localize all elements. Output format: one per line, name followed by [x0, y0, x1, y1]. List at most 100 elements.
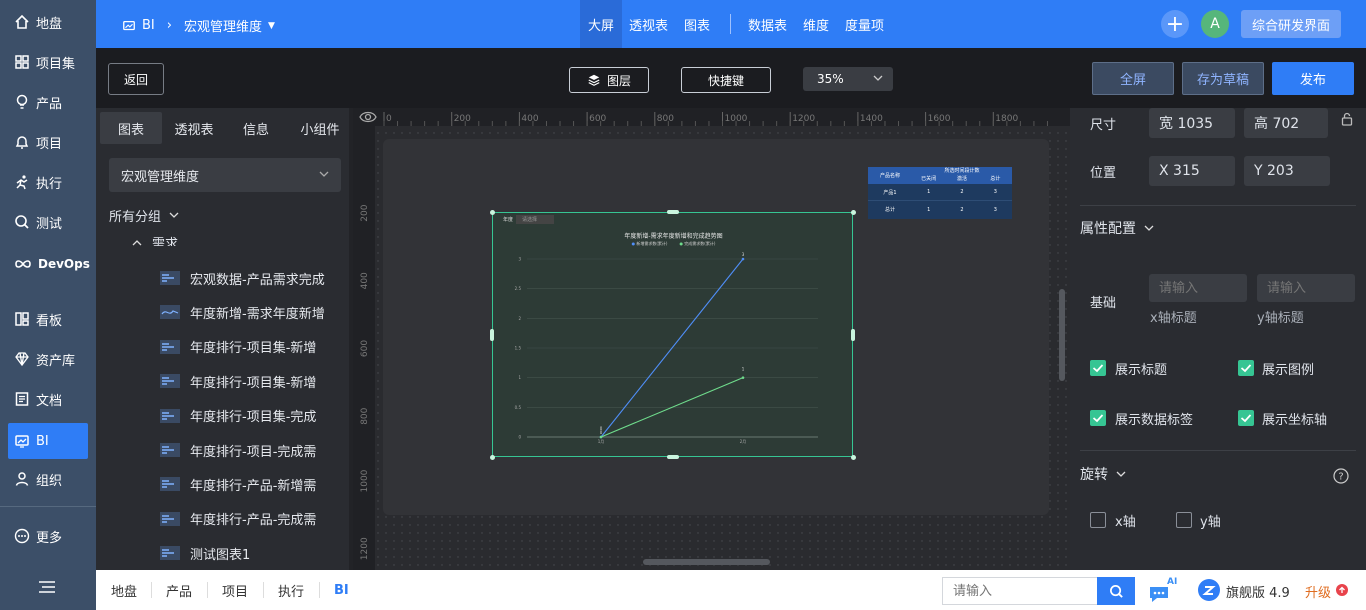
- show-axis-checkbox[interactable]: [1238, 410, 1254, 426]
- shortcut-button[interactable]: 快捷键: [681, 67, 771, 93]
- subgroup-toggle[interactable]: 需求: [132, 232, 332, 246]
- y-tick-label: 0.5: [515, 405, 522, 410]
- nav-item-devops[interactable]: DevOps: [8, 246, 90, 282]
- nav-item-product[interactable]: 产品: [8, 84, 88, 120]
- nav-item-project[interactable]: 项目: [8, 124, 88, 160]
- rotate-x-checkbox[interactable]: [1090, 512, 1106, 528]
- resize-handle[interactable]: [490, 210, 495, 215]
- chart-list-item[interactable]: 年度排行-项目-完成需: [160, 439, 350, 461]
- nav-item-home[interactable]: 地盘: [8, 4, 88, 40]
- help-icon[interactable]: ?: [1333, 468, 1349, 484]
- bottom-tab-bi[interactable]: BI: [334, 570, 349, 610]
- property-config-toggle[interactable]: 属性配置: [1080, 218, 1154, 238]
- tab-chart[interactable]: 图表: [684, 0, 710, 48]
- resize-handle[interactable]: [490, 455, 495, 460]
- rotate-y-checkbox[interactable]: [1176, 512, 1192, 528]
- nav-item-test[interactable]: 测试: [8, 204, 88, 240]
- nav-item-assets[interactable]: 资产库: [8, 341, 88, 377]
- rotate-y-label: y轴: [1200, 515, 1221, 530]
- chart-list-item[interactable]: 年度排行-产品-新增需: [160, 473, 350, 495]
- workspace-button[interactable]: 综合研发界面: [1241, 10, 1341, 38]
- group-toggle[interactable]: 所有分组: [109, 206, 179, 225]
- table-cell: 1: [927, 189, 931, 195]
- caret-down-icon[interactable]: ▼: [268, 21, 275, 31]
- resize-handle[interactable]: [851, 455, 856, 460]
- resize-handle[interactable]: [851, 328, 855, 341]
- resize-handle[interactable]: [851, 210, 856, 215]
- y-field[interactable]: Y 203: [1244, 156, 1330, 186]
- chart-list-item[interactable]: 年度排行-项目集-新增: [160, 370, 350, 392]
- tab-widgets[interactable]: 小组件: [290, 112, 350, 144]
- chart-list-item[interactable]: 年度新增-需求年度新增: [160, 301, 350, 323]
- global-search-input[interactable]: [942, 577, 1097, 605]
- bottom-tab-project[interactable]: 项目: [222, 570, 248, 610]
- back-button[interactable]: 返回: [108, 63, 164, 95]
- height-field[interactable]: 高 702: [1244, 108, 1328, 138]
- horizontal-scrollbar[interactable]: [643, 559, 770, 565]
- tab-charts[interactable]: 图表: [100, 112, 162, 144]
- chart-list-item[interactable]: 测试图表1: [160, 542, 350, 564]
- chart-list-item[interactable]: 宏观数据-产品需求完成: [160, 267, 350, 289]
- dimension-select[interactable]: 宏观管理维度: [109, 158, 341, 192]
- x-axis-title-input[interactable]: [1149, 274, 1247, 302]
- mini-table-widget[interactable]: 产品名称 所选时间段计数 已关闭 激活 总计 产品1 1 2 3 总计 1 2 …: [868, 167, 1012, 219]
- resize-handle[interactable]: [490, 328, 494, 341]
- tab-datatable[interactable]: 数据表: [748, 0, 787, 48]
- add-icon[interactable]: +: [1161, 10, 1189, 38]
- width-field[interactable]: 宽 1035: [1149, 108, 1235, 138]
- tab-screen[interactable]: 大屏: [580, 0, 623, 48]
- nav-item-program[interactable]: 项目集: [8, 44, 88, 80]
- chart-list-item[interactable]: 年度排行-项目集-新增: [160, 336, 350, 358]
- nav-item-docs[interactable]: 文档: [8, 381, 88, 417]
- line-chart-icon: [160, 305, 180, 320]
- table-cell: 2: [960, 189, 964, 195]
- collapse-menu-icon[interactable]: [38, 580, 56, 594]
- tab-pivot-tables[interactable]: 透视表: [166, 112, 222, 144]
- fullscreen-button[interactable]: 全屏: [1092, 62, 1174, 95]
- show-legend-checkbox[interactable]: [1238, 360, 1254, 376]
- layers-button[interactable]: 图层: [569, 67, 649, 93]
- main-nav: 地盘 项目集 产品 项目 执行 测试 DevOps 看板 资产库 文档 BI 组…: [0, 0, 96, 610]
- chart-list-item[interactable]: 年度排行-项目集-完成: [160, 405, 350, 427]
- design-canvas[interactable]: 0 200 400 600 800 1000 1200 1400 1600 1800 200 400…: [353, 108, 1070, 570]
- y-axis-title-input[interactable]: [1257, 274, 1355, 302]
- resize-handle[interactable]: [666, 455, 679, 459]
- show-data-labels-checkbox[interactable]: [1090, 410, 1106, 426]
- chart-list-item[interactable]: 年度排行-产品-完成需: [160, 508, 350, 530]
- vertical-scrollbar[interactable]: [1059, 289, 1065, 381]
- lock-icon[interactable]: [1341, 112, 1353, 126]
- tab-dimension[interactable]: 维度: [803, 0, 829, 48]
- y-tick-label: 2: [518, 316, 521, 321]
- ai-assistant-icon[interactable]: AI: [1148, 577, 1178, 603]
- breadcrumb-current[interactable]: 宏观管理维度: [184, 16, 262, 35]
- x-field[interactable]: X 315: [1149, 156, 1235, 186]
- resize-handle[interactable]: [666, 210, 679, 214]
- nav-item-bi[interactable]: BI: [8, 423, 88, 459]
- y-tick-label: 1: [518, 375, 521, 380]
- search-button[interactable]: [1097, 577, 1135, 605]
- upgrade-link[interactable]: 升级: [1305, 582, 1331, 601]
- avatar[interactable]: A: [1201, 10, 1229, 38]
- arrow-up-icon[interactable]: [1336, 584, 1348, 596]
- nav-item-kanban[interactable]: 看板: [8, 301, 88, 337]
- bottom-tab-execution[interactable]: 执行: [278, 570, 304, 610]
- tab-pivot[interactable]: 透视表: [629, 0, 668, 48]
- tab-measure[interactable]: 度量项: [845, 0, 884, 48]
- breadcrumb-root[interactable]: BI: [142, 18, 155, 33]
- eye-icon[interactable]: [359, 110, 377, 124]
- nav-item-execution[interactable]: 执行: [8, 164, 88, 200]
- bottom-tab-product[interactable]: 产品: [166, 570, 192, 610]
- zoom-select[interactable]: 35%: [803, 67, 893, 91]
- nav-item-more[interactable]: 更多: [8, 518, 88, 554]
- rotate-toggle[interactable]: 旋转: [1080, 464, 1126, 484]
- nav-item-org[interactable]: 组织: [8, 461, 88, 497]
- save-draft-button[interactable]: 存为草稿: [1182, 62, 1264, 95]
- tab-info[interactable]: 信息: [230, 112, 282, 144]
- show-title-checkbox[interactable]: [1090, 360, 1106, 376]
- y-tick-label: 3: [518, 257, 521, 262]
- table-row: 总计 1 2 3: [868, 201, 1012, 218]
- line-chart-widget[interactable]: 年度 请选择 年度新增-需求年度新增和完成趋势图 ● 新增需求数(累计) ● 完…: [492, 212, 853, 457]
- y-axis-title-caption: y轴标题: [1257, 311, 1304, 326]
- publish-button[interactable]: 发布: [1272, 62, 1354, 95]
- bottom-tab-home[interactable]: 地盘: [111, 570, 137, 610]
